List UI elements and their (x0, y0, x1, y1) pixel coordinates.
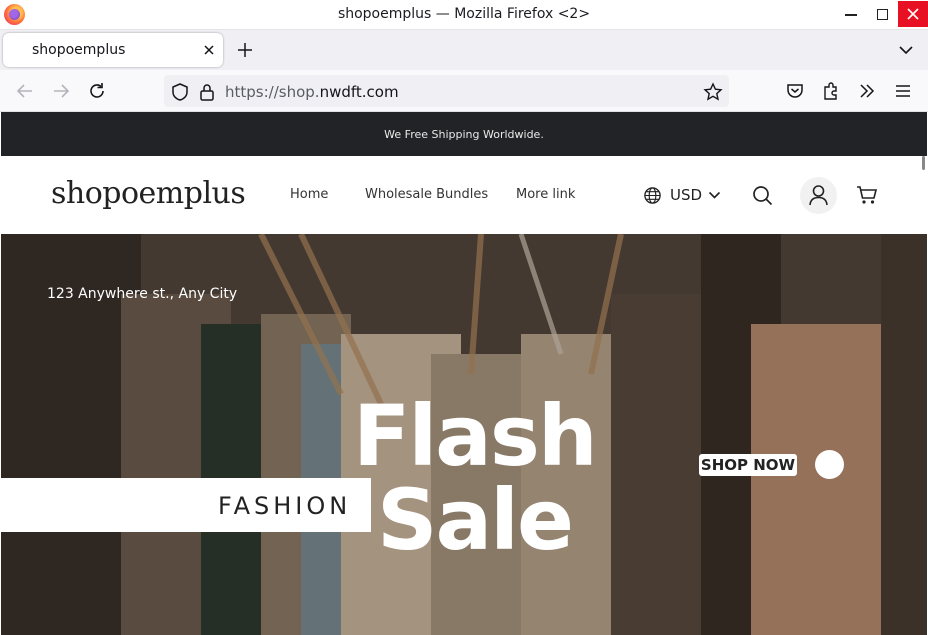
hero-address: 123 Anywhere st., Any City (47, 286, 238, 302)
currency-label: USD (670, 186, 703, 204)
lock-icon[interactable] (197, 82, 217, 102)
shield-icon[interactable] (170, 82, 190, 102)
nav-link-home[interactable]: Home (290, 187, 328, 202)
new-tab-icon[interactable] (236, 41, 254, 59)
chevron-down-icon (708, 191, 721, 199)
close-window-button[interactable] (898, 1, 928, 27)
headline-flash: Flash (353, 387, 598, 485)
extensions-icon[interactable] (821, 81, 841, 101)
announcement-bar: We Free Shipping Worldwide. (1, 112, 927, 156)
close-icon (907, 8, 919, 20)
minimize-icon (845, 14, 857, 16)
shop-now-button[interactable]: SHOP NOW (699, 454, 797, 476)
headline-sale: Sale (377, 471, 574, 569)
shop-now-dot[interactable] (815, 450, 844, 479)
reload-icon[interactable] (87, 81, 107, 101)
maximize-button[interactable] (867, 0, 897, 28)
bookmark-star-icon[interactable] (703, 82, 723, 102)
site-logo[interactable]: shopoemplus (51, 176, 246, 211)
globe-icon (644, 186, 661, 204)
tab-shopoemplus[interactable]: shopoemplus (3, 33, 223, 67)
back-icon[interactable] (15, 81, 35, 101)
maximize-icon (876, 8, 888, 20)
nav-link-wholesale-bundles[interactable]: Wholesale Bundles (365, 187, 488, 202)
window-title: shopoemplus — Mozilla Firefox <2> (337, 6, 591, 22)
currency-selector[interactable]: USD (643, 184, 721, 206)
cart-icon[interactable] (856, 185, 878, 205)
hero-banner: 123 Anywhere st., Any City FASHION Flash… (1, 234, 927, 635)
forward-icon[interactable] (51, 81, 71, 101)
nav-link-more[interactable]: More link (516, 187, 575, 202)
title-bar: shopoemplus — Mozilla Firefox <2> (0, 0, 928, 30)
pocket-icon[interactable] (785, 81, 805, 101)
url-text[interactable]: https://shop.nwdft.com (225, 83, 399, 101)
tab-strip: shopoemplus (0, 30, 928, 70)
overflow-icon[interactable] (857, 81, 877, 101)
page-scrollbar[interactable] (922, 156, 925, 170)
minimize-button[interactable] (836, 0, 866, 28)
account-icon[interactable] (808, 184, 829, 206)
menu-icon[interactable] (893, 81, 913, 101)
tab-list-icon[interactable] (898, 43, 914, 57)
tab-close-icon[interactable] (201, 42, 217, 58)
tab-title: shopoemplus (32, 42, 126, 58)
search-icon[interactable] (752, 185, 773, 206)
fashion-label: FASHION (218, 492, 352, 520)
